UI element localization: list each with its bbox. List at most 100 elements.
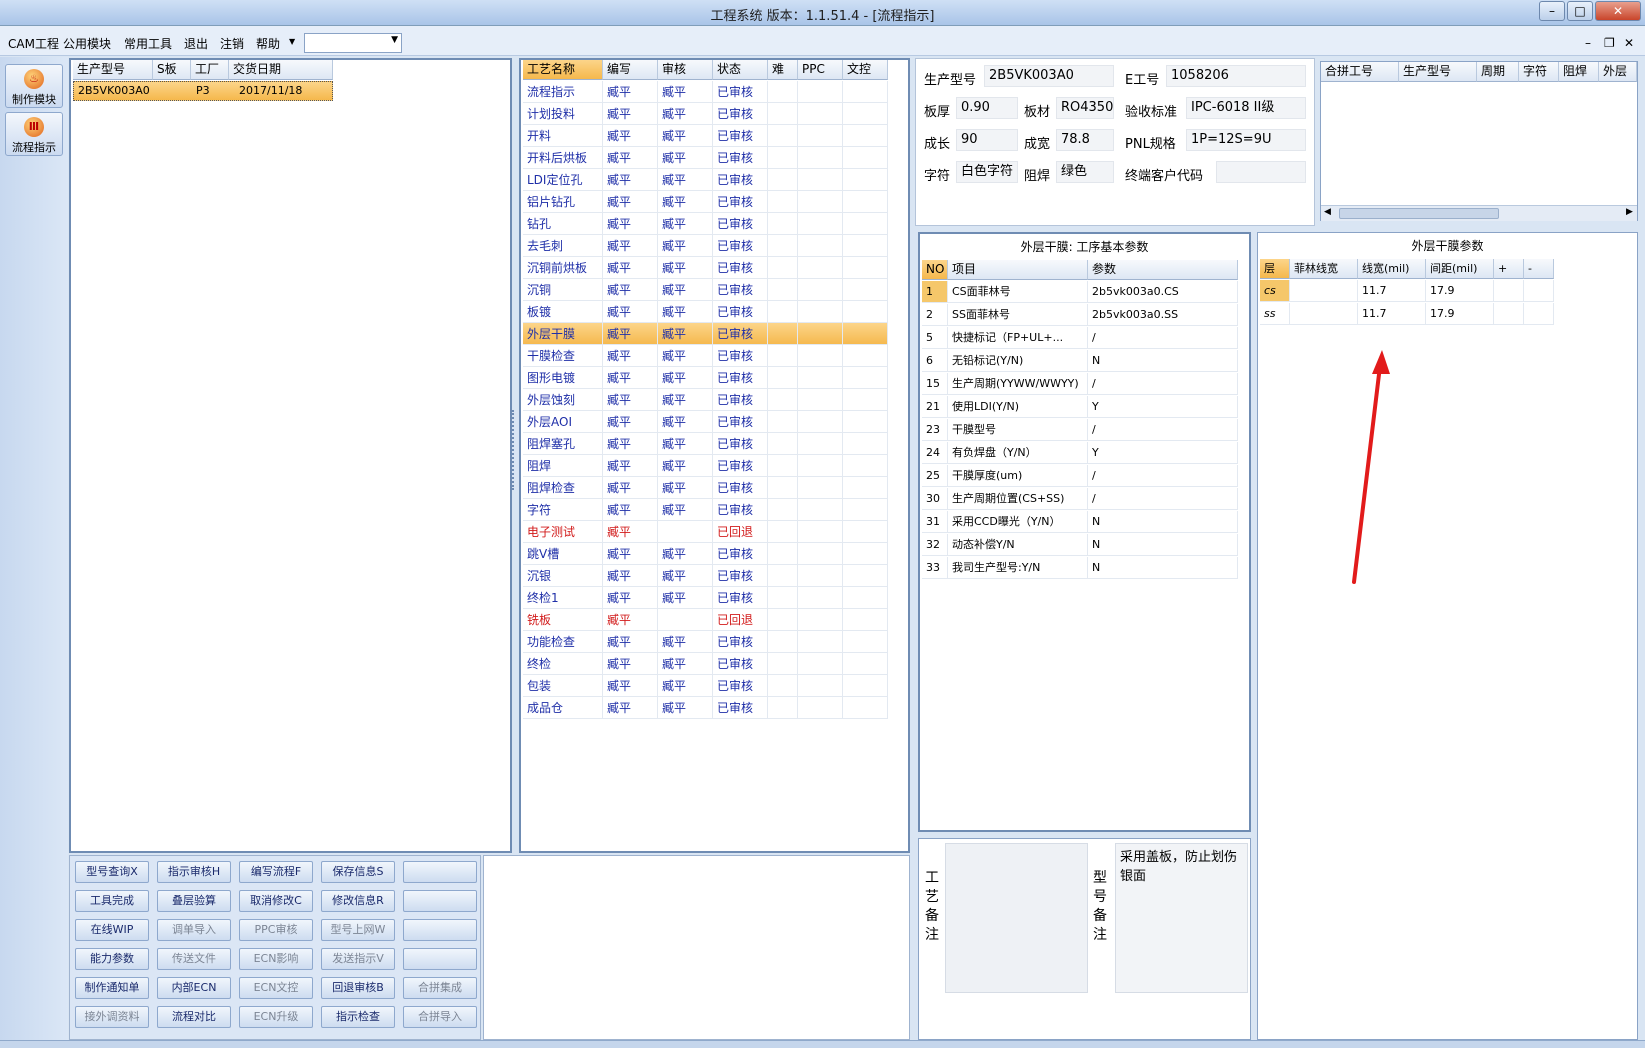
menu-cam[interactable]: CAM工程 [8, 35, 59, 52]
col-header-ppc[interactable]: PPC [798, 60, 843, 80]
table-row[interactable]: 计划投料 臧平 臧平 已审核 [523, 103, 888, 125]
col-header-param[interactable]: 参数 [1088, 260, 1238, 280]
table-row[interactable]: 21 使用LDI(Y/N) Y [922, 396, 1238, 419]
flow-guide-button[interactable]: Ⅲ 流程指示 [5, 112, 63, 156]
col-header-status[interactable]: 状态 [713, 60, 768, 80]
minimize-button[interactable]: – [1539, 1, 1565, 21]
table-row[interactable]: 终检 臧平 臧平 已审核 [523, 653, 888, 675]
table-row[interactable]: 跳V槽 臧平 臧平 已审核 [523, 543, 888, 565]
action-button[interactable]: ECN文控 [239, 977, 313, 999]
table-row[interactable]: 沉铜 臧平 臧平 已审核 [523, 279, 888, 301]
action-button[interactable]: 传送文件 [157, 948, 231, 970]
table-row[interactable]: 5 快捷标记（FP+UL+... / [922, 327, 1238, 350]
action-button[interactable]: 编写流程F [239, 861, 313, 883]
eno-field[interactable]: 1058206 [1166, 65, 1306, 87]
col-header-s-board[interactable]: S板 [153, 60, 191, 80]
action-button[interactable]: 调单导入 [157, 919, 231, 941]
action-button[interactable]: 制作通知单 [75, 977, 149, 999]
width-field[interactable]: 78.8 [1056, 129, 1114, 151]
table-row[interactable]: 外层蚀刻 臧平 臧平 已审核 [523, 389, 888, 411]
action-button[interactable]: 型号查询X [75, 861, 149, 883]
col-header-cycle[interactable]: 周期 [1477, 62, 1519, 82]
length-field[interactable]: 90 [956, 129, 1018, 151]
action-button[interactable]: ECN影响 [239, 948, 313, 970]
mdi-minimize-icon[interactable]: – [1585, 36, 1591, 50]
col-header-model[interactable]: 生产型号 [1399, 62, 1477, 82]
col-header-outer[interactable]: 外层 [1599, 62, 1637, 82]
action-button[interactable]: PPC审核 [239, 919, 313, 941]
action-button[interactable]: 合拼集成 [403, 977, 477, 999]
table-row[interactable]: 流程指示 臧平 臧平 已审核 [523, 81, 888, 103]
pnl-field[interactable]: 1P=12S=9U [1186, 129, 1306, 151]
scroll-right-icon[interactable]: ▶ [1626, 207, 1633, 217]
table-row[interactable]: 6 无铅标记(Y/N) N [922, 350, 1238, 373]
table-row[interactable]: 25 干膜厚度(um) / [922, 465, 1238, 488]
table-row[interactable]: 铝片钻孔 臧平 臧平 已审核 [523, 191, 888, 213]
action-button[interactable]: 回退审核B [321, 977, 395, 999]
col-header-model[interactable]: 生产型号 [73, 60, 153, 80]
close-button[interactable]: ✕ [1595, 1, 1641, 21]
table-row[interactable]: 23 干膜型号 / [922, 419, 1238, 442]
mdi-close-icon[interactable]: ✕ [1624, 36, 1634, 50]
col-header-film-width[interactable]: 菲林线宽 [1290, 259, 1358, 279]
model-remark-textarea[interactable]: 采用盖板，防止划伤银面 [1115, 843, 1248, 993]
table-row[interactable]: 1 CS面菲林号 2b5vk003a0.CS [922, 281, 1238, 304]
table-row[interactable]: 去毛刺 臧平 臧平 已审核 [523, 235, 888, 257]
splitter-handle[interactable] [512, 410, 518, 490]
col-header-layer[interactable]: 层 [1260, 259, 1290, 279]
col-header-writer[interactable]: 编写 [603, 60, 658, 80]
col-header-date[interactable]: 交货日期 [229, 60, 333, 80]
action-button[interactable]: 发送指示V [321, 948, 395, 970]
col-header-merge-no[interactable]: 合拼工号 [1321, 62, 1399, 82]
customer-code-field[interactable] [1216, 161, 1306, 183]
table-row[interactable]: 31 采用CCD曝光（Y/N） N [922, 511, 1238, 534]
col-header-plus[interactable]: + [1494, 259, 1524, 279]
col-header-character[interactable]: 字符 [1519, 62, 1559, 82]
menu-public[interactable]: 公用模块 [63, 35, 111, 52]
action-button[interactable]: 流程对比 [157, 1006, 231, 1028]
table-row[interactable]: 字符 臧平 臧平 已审核 [523, 499, 888, 521]
menu-combo[interactable]: ▼ [304, 33, 402, 53]
table-row[interactable]: 板镀 臧平 臧平 已审核 [523, 301, 888, 323]
menu-logout[interactable]: 注销 [220, 35, 244, 52]
table-row[interactable]: 钻孔 臧平 臧平 已审核 [523, 213, 888, 235]
action-button[interactable] [403, 919, 477, 941]
table-row[interactable]: 2B5VK003A0 P3 2017/11/18 [73, 81, 333, 101]
table-row[interactable]: 阻焊检查 臧平 臧平 已审核 [523, 477, 888, 499]
table-row[interactable]: 外层干膜 臧平 臧平 已审核 [523, 323, 888, 345]
action-button[interactable]: 指示检查 [321, 1006, 395, 1028]
col-header-line-width[interactable]: 线宽(mil) [1358, 259, 1426, 279]
col-header-reviewer[interactable]: 审核 [658, 60, 713, 80]
table-row[interactable]: cs 11.7 17.9 [1260, 280, 1554, 303]
col-header-no[interactable]: NO [922, 260, 948, 280]
action-button[interactable]: 指示审核H [157, 861, 231, 883]
action-button[interactable]: 接外调资料 [75, 1006, 149, 1028]
table-row[interactable]: 开料后烘板 臧平 臧平 已审核 [523, 147, 888, 169]
col-header-factory[interactable]: 工厂 [191, 60, 229, 80]
model-field[interactable]: 2B5VK003A0 [984, 65, 1114, 87]
col-header-solder-mask[interactable]: 阻焊 [1559, 62, 1599, 82]
maximize-button[interactable]: □ [1567, 1, 1593, 21]
table-row[interactable]: 电子测试 臧平 已回退 [523, 521, 888, 543]
table-row[interactable]: 终检1 臧平 臧平 已审核 [523, 587, 888, 609]
process-remark-textarea[interactable] [945, 843, 1088, 993]
thickness-field[interactable]: 0.90 [956, 97, 1018, 119]
table-row[interactable]: 图形电镀 臧平 臧平 已审核 [523, 367, 888, 389]
action-button[interactable]: ECN升级 [239, 1006, 313, 1028]
table-row[interactable]: 沉铜前烘板 臧平 臧平 已审核 [523, 257, 888, 279]
action-button[interactable]: 在线WIP [75, 919, 149, 941]
table-row[interactable]: 沉银 臧平 臧平 已审核 [523, 565, 888, 587]
col-header-difficulty[interactable]: 难 [768, 60, 798, 80]
table-row[interactable]: 32 动态补偿Y/N N [922, 534, 1238, 557]
action-button[interactable]: 型号上网W [321, 919, 395, 941]
col-header-item[interactable]: 项目 [948, 260, 1088, 280]
col-header-doc-control[interactable]: 文控 [843, 60, 888, 80]
action-button[interactable]: 保存信息S [321, 861, 395, 883]
table-row[interactable]: 干膜检查 臧平 臧平 已审核 [523, 345, 888, 367]
action-button[interactable] [403, 948, 477, 970]
action-button[interactable]: 能力参数 [75, 948, 149, 970]
table-row[interactable]: 30 生产周期位置(CS+SS) / [922, 488, 1238, 511]
action-button[interactable] [403, 890, 477, 912]
table-row[interactable]: 2 SS面菲林号 2b5vk003a0.SS [922, 304, 1238, 327]
table-row[interactable]: 33 我司生产型号:Y/N N [922, 557, 1238, 580]
